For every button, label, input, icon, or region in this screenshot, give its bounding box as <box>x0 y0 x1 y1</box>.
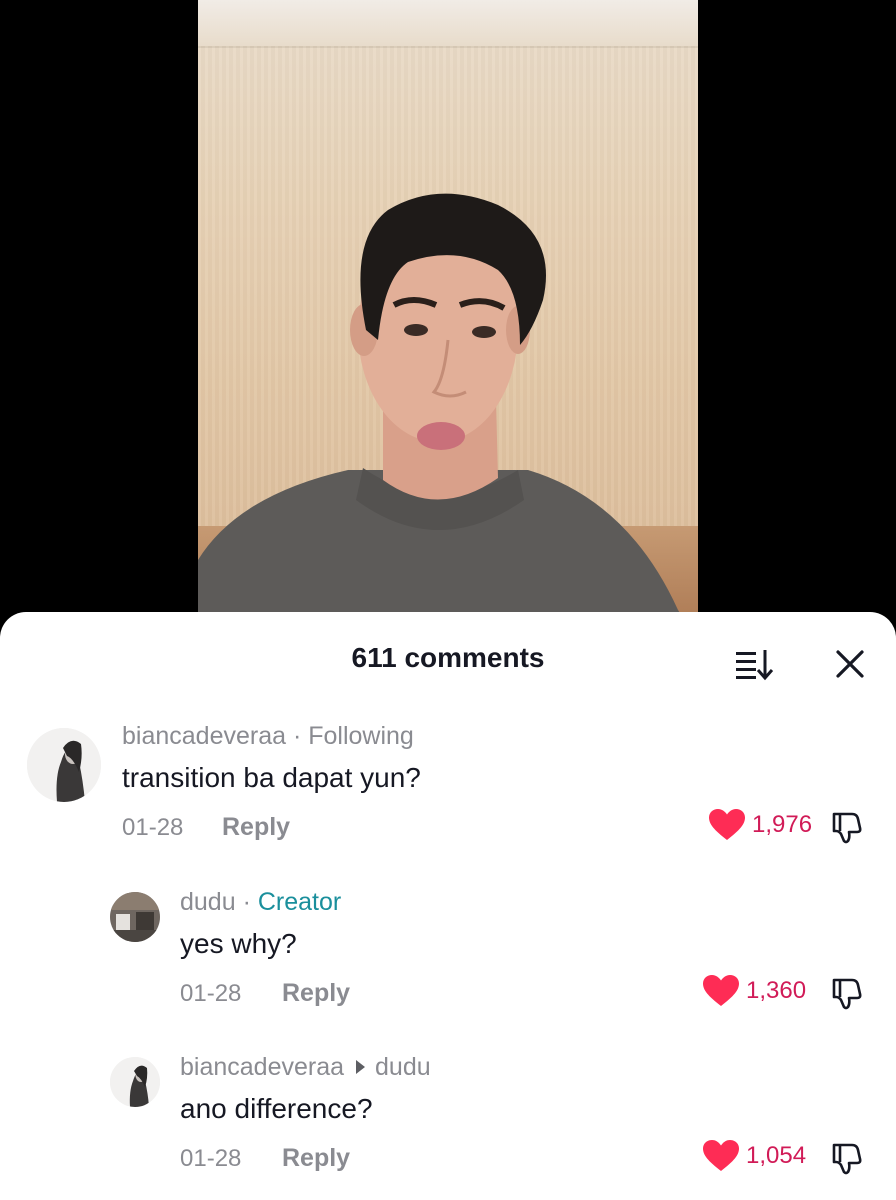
reply-button[interactable]: Reply <box>282 1144 350 1173</box>
heart-icon <box>703 1140 739 1171</box>
comment-username-line: dudu · Creator <box>180 888 341 917</box>
separator-dot: · <box>286 722 309 750</box>
avatar[interactable] <box>110 1057 160 1107</box>
heart-icon <box>703 975 739 1006</box>
dislike-icon[interactable] <box>830 976 864 1010</box>
comment-text: transition ba dapat yun? <box>122 762 421 793</box>
comments-sheet: 611 comments biancadeveraa · Following t… <box>0 612 896 1200</box>
comment-text: ano difference? <box>180 1093 373 1124</box>
username[interactable]: biancadeveraa <box>122 722 286 750</box>
reply-to-username[interactable]: dudu <box>375 1053 431 1081</box>
comment-date: 01-28 <box>180 980 242 1007</box>
comment-username-line: biancadeveraa dudu <box>180 1053 431 1082</box>
comment-date: 01-28 <box>180 1145 242 1172</box>
comment-item: biancadeveraa dudu ano difference? 01-28 … <box>0 1053 896 1200</box>
reply-button[interactable]: Reply <box>282 979 350 1008</box>
like-count: 1,054 <box>746 1142 807 1169</box>
heart-icon <box>709 809 745 840</box>
close-icon[interactable] <box>832 646 868 682</box>
app-screen: 611 comments biancadeveraa · Following t… <box>0 0 896 1200</box>
comment-username-line: biancadeveraa · Following <box>122 722 414 751</box>
username[interactable]: biancadeveraa <box>180 1053 344 1081</box>
comment-text: yes why? <box>180 928 297 959</box>
avatar[interactable] <box>27 728 101 802</box>
reply-to-arrow-icon <box>356 1060 366 1074</box>
reply-button[interactable]: Reply <box>222 813 290 842</box>
comments-header: 611 comments <box>0 612 896 708</box>
following-tag: Following <box>308 722 414 750</box>
avatar[interactable] <box>110 892 160 942</box>
dislike-icon[interactable] <box>830 810 864 844</box>
like-button[interactable]: 1,976 <box>708 808 812 842</box>
comment-date: 01-28 <box>122 814 184 841</box>
like-count: 1,976 <box>752 811 813 838</box>
comment-item: biancadeveraa · Following transition ba … <box>0 722 896 872</box>
sort-list-icon[interactable] <box>734 646 774 682</box>
separator-dot: · <box>235 888 258 916</box>
username[interactable]: dudu <box>180 888 236 916</box>
like-button[interactable]: 1,054 <box>702 1139 806 1173</box>
dislike-icon[interactable] <box>830 1141 864 1175</box>
like-count: 1,360 <box>746 977 807 1004</box>
video-player[interactable] <box>198 0 698 640</box>
like-button[interactable]: 1,360 <box>702 974 806 1008</box>
creator-tag: Creator <box>257 888 342 916</box>
video-frame-person <box>198 193 698 640</box>
comment-item: dudu · Creator yes why? 01-28 Reply 1,36… <box>0 888 896 1038</box>
